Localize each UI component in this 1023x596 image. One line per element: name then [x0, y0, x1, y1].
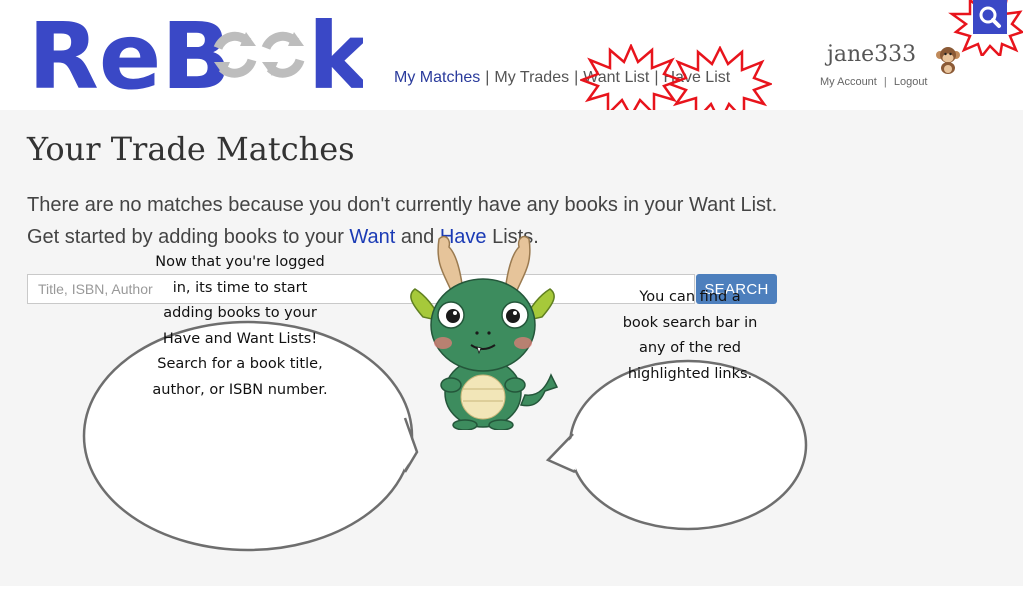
bubble-line: author, or ISBN number.	[152, 381, 328, 398]
dragon-mascot-illustration	[410, 235, 559, 430]
footer-strip	[0, 586, 1023, 596]
bubble-line: Now that you're logged	[155, 254, 325, 270]
bubble-line: in, its time to start	[172, 279, 308, 296]
bubble-line: Search for a book title,	[157, 356, 323, 372]
right-bubble-text: You can find a book search bar in any of…	[595, 285, 785, 387]
bubble-line: You can find a	[639, 289, 741, 305]
left-bubble-text: Now that you're logged in, its time to s…	[120, 250, 360, 403]
bubble-line: highlighted links.	[627, 365, 753, 382]
bubble-line: adding books to your	[163, 305, 317, 321]
bubble-line: book search bar in	[622, 314, 758, 331]
bubble-line: any of the red	[638, 340, 742, 356]
bubble-line: Have and Want Lists!	[162, 330, 318, 347]
